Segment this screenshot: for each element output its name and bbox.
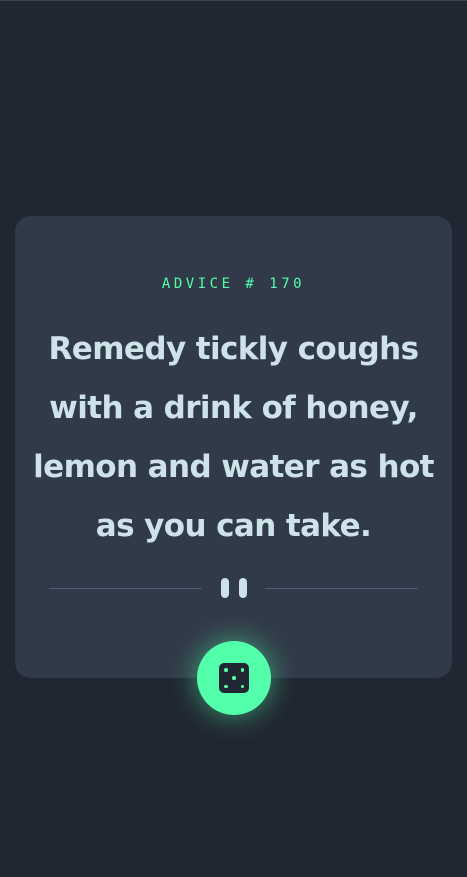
advice-id-label: ADVICE # 170 [161, 276, 306, 292]
divider-line-left [49, 587, 202, 589]
pause-icon [221, 578, 247, 598]
generate-advice-button[interactable] [197, 641, 271, 715]
divider-line-right [265, 587, 418, 589]
advice-quote: Remedy tickly coughs with a drink of hon… [33, 331, 434, 544]
divider [49, 578, 418, 598]
top-border [0, 0, 467, 1]
advice-card: ADVICE # 170 Remedy tickly coughs with a… [15, 216, 452, 678]
dice-icon [219, 663, 249, 693]
